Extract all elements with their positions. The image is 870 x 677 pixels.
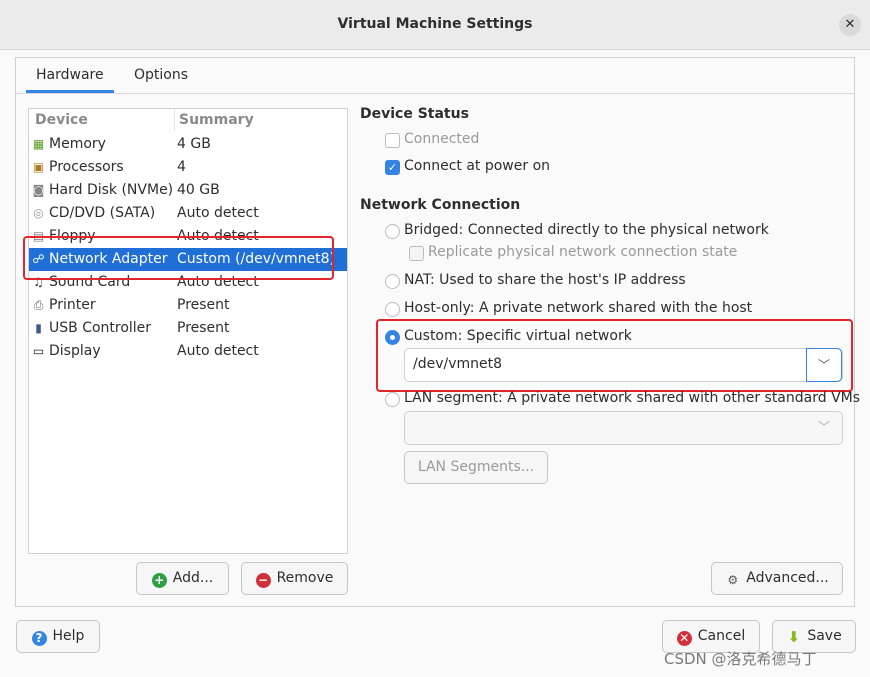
connected-label: Connected xyxy=(404,131,480,147)
column-header-summary[interactable]: Summary xyxy=(179,112,254,128)
device-name: Display xyxy=(49,343,101,359)
device-row[interactable]: ▮ USB Controller Present xyxy=(29,317,347,340)
device-name: USB Controller xyxy=(49,320,152,336)
tab-hardware[interactable]: Hardware xyxy=(26,60,114,93)
device-name: Hard Disk (NVMe) xyxy=(49,182,174,198)
lan-segment-radio[interactable] xyxy=(385,392,400,407)
bridged-label: Bridged: Connected directly to the physi… xyxy=(404,222,769,238)
nat-label: NAT: Used to share the host's IP address xyxy=(404,272,686,288)
host-only-radio[interactable] xyxy=(385,302,400,317)
highlight-box xyxy=(376,319,853,392)
display-icon: ▭ xyxy=(32,344,45,358)
advanced-button[interactable]: ⚙ Advanced... xyxy=(711,562,843,595)
device-status-heading: Device Status xyxy=(360,106,469,122)
usb-icon: ▮ xyxy=(35,321,42,335)
device-summary: 4 GB xyxy=(177,136,211,152)
save-arrow-icon: ⬇ xyxy=(787,628,801,646)
device-name: Memory xyxy=(49,136,106,152)
add-label: Add... xyxy=(172,570,214,586)
add-button[interactable]: + Add... xyxy=(136,562,229,595)
help-button[interactable]: ? Help xyxy=(16,620,100,653)
watermark: CSDN @洛克希德马丁 xyxy=(664,650,817,668)
plus-icon: + xyxy=(151,573,167,588)
gear-icon: ⚙ xyxy=(727,573,739,587)
device-row[interactable]: ◎ CD/DVD (SATA) Auto detect xyxy=(29,202,347,225)
help-icon: ? xyxy=(31,631,47,646)
chevron-down-icon[interactable]: ﹀ xyxy=(806,411,842,445)
connect-power-on-checkbox[interactable]: ✓ xyxy=(385,160,400,175)
close-icon[interactable]: ✕ xyxy=(839,14,861,36)
replicate-checkbox[interactable] xyxy=(409,246,424,261)
connected-checkbox[interactable] xyxy=(385,133,400,148)
device-name: Processors xyxy=(49,159,124,175)
advanced-label: Advanced... xyxy=(746,570,829,586)
device-summary: Auto detect xyxy=(177,343,259,359)
device-summary: Present xyxy=(177,297,230,313)
window-title: Virtual Machine Settings xyxy=(337,16,533,32)
lan-segment-combo[interactable]: ﹀ xyxy=(404,411,843,445)
device-row[interactable]: ▦ Memory 4 GB xyxy=(29,133,347,156)
cancel-label: Cancel xyxy=(697,628,746,644)
device-name: CD/DVD (SATA) xyxy=(49,205,156,221)
connect-power-on-label: Connect at power on xyxy=(404,158,551,174)
device-summary: Auto detect xyxy=(177,205,259,221)
memory-icon: ▦ xyxy=(32,137,45,151)
device-row[interactable]: ◙ Hard Disk (NVMe) 40 GB xyxy=(29,179,347,202)
remove-label: Remove xyxy=(276,570,334,586)
lan-segment-label: LAN segment: A private network shared wi… xyxy=(404,390,861,406)
printer-icon: ⎙ xyxy=(33,298,44,312)
device-summary: 4 xyxy=(177,159,186,175)
device-row[interactable]: ⎙ Printer Present xyxy=(29,294,347,317)
host-only-label: Host-only: A private network shared with… xyxy=(404,300,753,316)
replicate-label: Replicate physical network connection st… xyxy=(428,244,738,260)
lan-segments-button[interactable]: LAN Segments... xyxy=(404,451,548,484)
processor-icon: ▣ xyxy=(32,160,45,174)
highlight-box xyxy=(23,236,334,280)
nat-radio[interactable] xyxy=(385,274,400,289)
device-summary: Present xyxy=(177,320,230,336)
save-label: Save xyxy=(807,628,842,644)
minus-icon: − xyxy=(255,573,271,588)
remove-button[interactable]: − Remove xyxy=(241,562,348,595)
cd-icon: ◎ xyxy=(33,206,44,220)
network-connection-heading: Network Connection xyxy=(360,197,521,213)
bridged-radio[interactable] xyxy=(385,224,400,239)
help-label: Help xyxy=(52,628,85,644)
cancel-icon: ✕ xyxy=(676,631,692,646)
device-summary: 40 GB xyxy=(177,182,220,198)
device-row[interactable]: ▣ Processors 4 xyxy=(29,156,347,179)
column-header-device[interactable]: Device xyxy=(35,112,88,128)
hard-disk-icon: ◙ xyxy=(32,183,45,197)
divider xyxy=(174,109,175,131)
divider xyxy=(16,93,854,94)
device-list[interactable]: Device Summary ▦ Memory 4 GB ▣ Processors 4 ◙ H… xyxy=(28,108,348,554)
device-name: Printer xyxy=(49,297,96,313)
tab-options[interactable]: Options xyxy=(124,60,198,93)
device-row[interactable]: ▭ Display Auto detect xyxy=(29,340,347,363)
